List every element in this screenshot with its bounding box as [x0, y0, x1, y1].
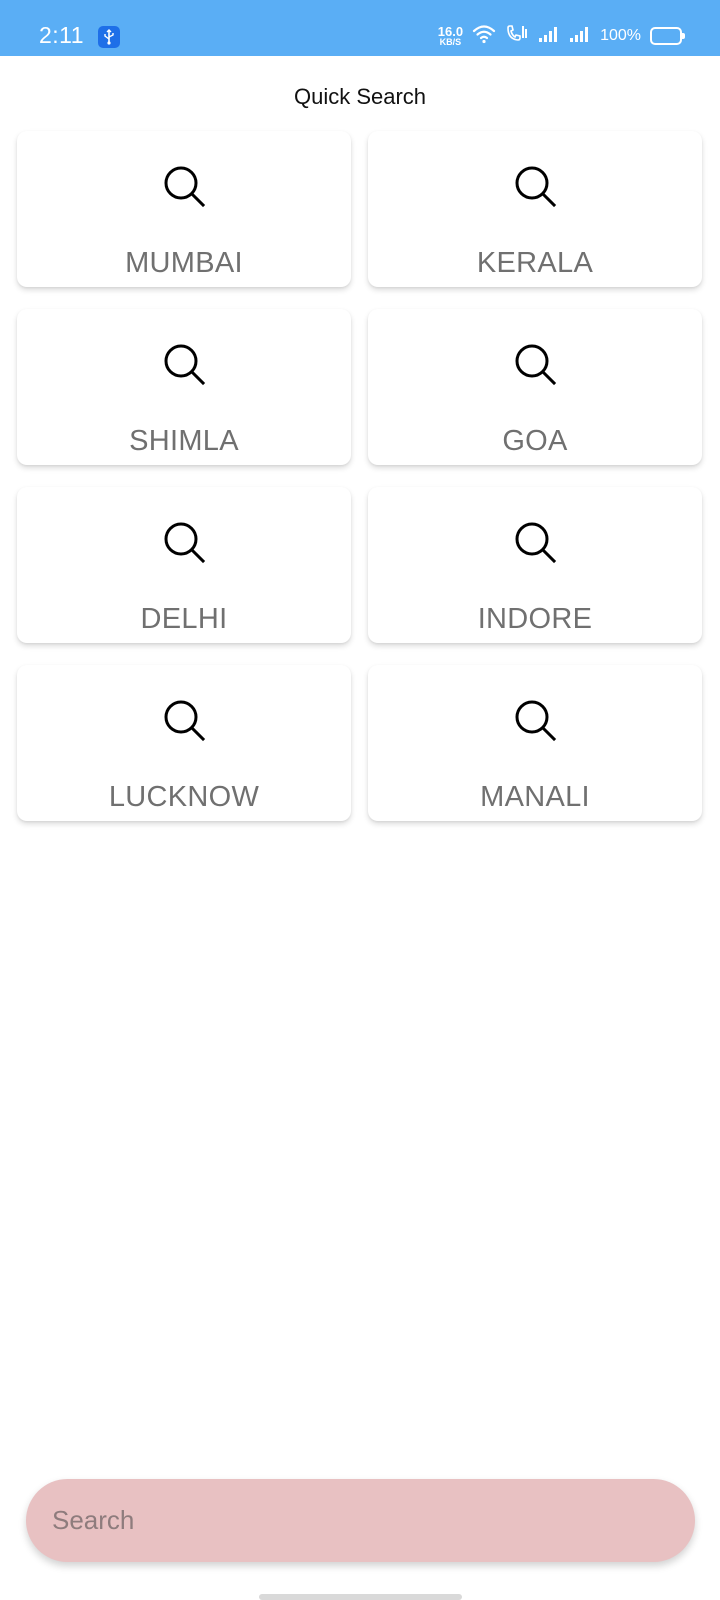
battery-icon [650, 27, 685, 45]
quick-search-label: SHIMLA [129, 425, 239, 457]
search-icon [164, 522, 206, 564]
search-icon [164, 344, 206, 386]
wifi-icon [472, 24, 496, 49]
signal-icon [538, 25, 560, 48]
quick-search-card[interactable]: KERALA [368, 131, 702, 287]
search-icon [515, 166, 557, 208]
search-icon [515, 522, 557, 564]
search-icon [515, 700, 557, 742]
quick-search-grid: MUMBAI KERALA SHIMLA GOA DELHI INDORE LU… [17, 131, 703, 821]
home-indicator[interactable] [259, 1594, 462, 1600]
usb-icon [98, 26, 120, 48]
quick-search-card[interactable]: LUCKNOW [17, 665, 351, 821]
quick-search-card[interactable]: SHIMLA [17, 309, 351, 465]
search-icon [515, 344, 557, 386]
quick-search-card[interactable]: MANALI [368, 665, 702, 821]
battery-percent: 100% [600, 27, 641, 44]
quick-search-label: MUMBAI [125, 247, 243, 279]
status-time: 2:11 [39, 22, 85, 48]
signal-icon-2 [569, 25, 591, 48]
quick-search-card[interactable]: MUMBAI [17, 131, 351, 287]
quick-search-label: KERALA [476, 247, 594, 279]
search-bar [26, 1479, 695, 1562]
search-input[interactable] [52, 1479, 669, 1562]
network-speed: 16.0 KB/S [438, 25, 463, 47]
search-icon [164, 700, 206, 742]
search-icon [164, 166, 206, 208]
quick-search-label: MANALI [480, 781, 590, 813]
quick-search-label: GOA [502, 425, 568, 457]
quick-search-card[interactable]: GOA [368, 309, 702, 465]
page-title: Quick Search [293, 84, 427, 109]
quick-search-label: DELHI [140, 603, 228, 635]
status-bar: 2:11 16.0 KB/S 100% [0, 0, 720, 56]
volte-call-icon [505, 24, 529, 49]
quick-search-label: INDORE [477, 603, 593, 635]
quick-search-card[interactable]: INDORE [368, 487, 702, 643]
network-speed-unit: KB/S [439, 37, 462, 47]
quick-search-card[interactable]: DELHI [17, 487, 351, 643]
quick-search-label: LUCKNOW [108, 781, 260, 813]
